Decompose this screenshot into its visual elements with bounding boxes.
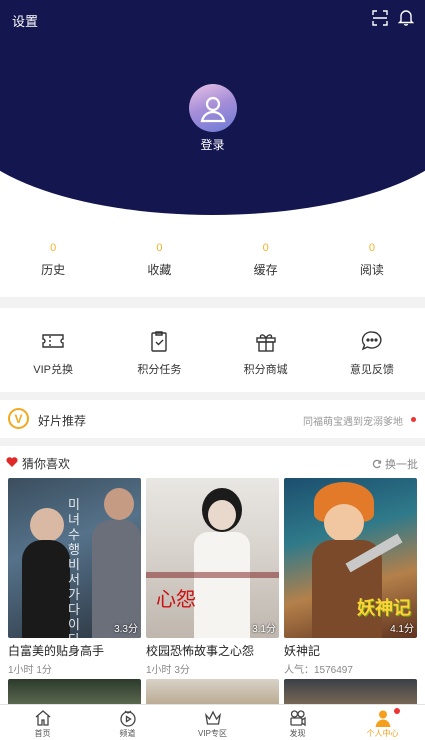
profile-header: 设置 登录: [0, 0, 425, 225]
stat-label: 历史: [41, 263, 66, 277]
heart-icon: [6, 457, 18, 467]
refresh-icon: [372, 459, 382, 469]
stat-count: 0: [262, 242, 269, 254]
video-meta: 1小时 1分: [8, 665, 52, 676]
video-title: 白富美的贴身高手: [8, 644, 105, 658]
video-meta: 1小时 3分: [146, 665, 190, 676]
login-link[interactable]: 登录: [0, 136, 425, 153]
stat-reading[interactable]: 0 阅读: [319, 225, 425, 297]
stat-history[interactable]: 0 历史: [0, 225, 106, 297]
refresh-label: 换一批: [385, 459, 418, 471]
stat-label: 收藏: [147, 263, 172, 277]
user-icon: [375, 710, 390, 727]
video-poster-partial[interactable]: [284, 679, 417, 706]
section-title: 猜你喜欢: [22, 457, 71, 471]
tab-vip[interactable]: VIP专区: [170, 705, 255, 740]
gift-icon: [255, 334, 276, 352]
poster-text: 心怨: [156, 587, 196, 611]
settings-link[interactable]: 设置: [12, 11, 38, 30]
tool-points-task[interactable]: 积分任务: [106, 308, 212, 392]
notification-dot: [411, 417, 416, 422]
refresh-button[interactable]: 换一批: [372, 456, 418, 472]
task-clipboard-icon: [151, 331, 168, 352]
tool-label: 积分商城: [243, 364, 288, 376]
poster-text: 미녀수행비서가다이다: [68, 498, 80, 638]
tool-points-mall[interactable]: 积分商城: [213, 308, 319, 392]
video-card[interactable]: 미녀수행비서가다이다 3.3分 白富美的贴身高手 1小时 1分: [8, 478, 141, 676]
rating-badge: 3.1分: [252, 624, 276, 635]
tool-label: 意见反馈: [349, 364, 394, 376]
poster-text: 妖神记: [357, 598, 411, 618]
home-icon: [35, 710, 50, 726]
stat-count: 0: [368, 242, 375, 254]
video-grid: 미녀수행비서가다이다 3.3分 白富美的贴身高手 1小时 1分 心怨 3.1分 …: [8, 478, 417, 676]
rating-badge: 4.1分: [390, 624, 414, 635]
tab-home[interactable]: 首页: [0, 705, 85, 740]
section-header: 猜你喜欢 换一批: [0, 446, 425, 476]
stat-count: 0: [50, 242, 57, 254]
video-poster: 心怨 3.1分: [146, 478, 279, 638]
stat-label: 阅读: [359, 263, 384, 277]
video-card[interactable]: 妖神记 4.1分 妖神記 人气：1576497: [284, 478, 417, 676]
video-card[interactable]: 心怨 3.1分 校园恐怖故事之心怨 1小时 3分: [146, 478, 279, 676]
bottom-tab-bar: 首页 频道 VIP专区 发现 个人中心: [0, 704, 425, 740]
video-poster-partial[interactable]: [146, 679, 279, 706]
stat-cache[interactable]: 0 缓存: [213, 225, 319, 297]
user-avatar-icon: [200, 96, 226, 123]
tools-grid: VIP兑换 积分任务 积分商城 意见反馈: [0, 308, 425, 392]
stats-bar: 0 历史 0 收藏 0 缓存 0 阅读: [0, 225, 425, 297]
video-poster: 妖神记 4.1分: [284, 478, 417, 638]
tab-channel[interactable]: 频道: [85, 705, 170, 740]
vip-v-icon: V: [8, 408, 29, 429]
recommend-news[interactable]: 同福萌宝遇到宠溺爹地: [303, 413, 403, 428]
stat-favorites[interactable]: 0 收藏: [106, 225, 212, 297]
video-grid-row-2: [8, 679, 417, 706]
stat-count: 0: [156, 242, 163, 254]
tool-label: VIP兑换: [33, 364, 73, 376]
channel-tv-icon: [119, 710, 136, 727]
guess-you-like-section: 猜你喜欢 换一批 미녀수행비서가다이다 3.3分 白富美的贴身高手 1小时 1分: [0, 446, 425, 706]
ticket-icon: [42, 334, 64, 348]
camera-icon: [289, 710, 306, 727]
tab-discover[interactable]: 发现: [255, 705, 340, 740]
scan-icon[interactable]: [372, 10, 388, 26]
rating-badge: 3.3分: [114, 624, 138, 635]
crown-icon: [204, 710, 221, 725]
notification-dot: [394, 708, 400, 714]
recommend-bar[interactable]: V 好片推荐 同福萌宝遇到宠溺爹地: [0, 400, 425, 438]
video-title: 妖神記: [284, 644, 321, 658]
avatar[interactable]: [189, 84, 237, 132]
tab-label: 个人中心: [366, 729, 399, 738]
tab-label: VIP专区: [198, 729, 227, 738]
tab-label: 频道: [119, 729, 136, 738]
video-poster: 미녀수행비서가다이다 3.3分: [8, 478, 141, 638]
feedback-chat-icon: [361, 331, 382, 351]
tab-label: 发现: [289, 729, 306, 738]
tool-vip-redeem[interactable]: VIP兑换: [0, 308, 106, 392]
tab-label: 首页: [34, 729, 51, 738]
video-title: 校园恐怖故事之心怨: [146, 644, 255, 658]
stat-label: 缓存: [253, 263, 278, 277]
recommend-title: 好片推荐: [38, 414, 87, 428]
tab-profile[interactable]: 个人中心: [340, 705, 425, 740]
tool-label: 积分任务: [137, 364, 182, 376]
bell-icon[interactable]: [398, 8, 414, 26]
video-poster-partial[interactable]: [8, 679, 141, 706]
video-meta: 人气：1576497: [284, 665, 353, 676]
tool-feedback[interactable]: 意见反馈: [319, 308, 425, 392]
